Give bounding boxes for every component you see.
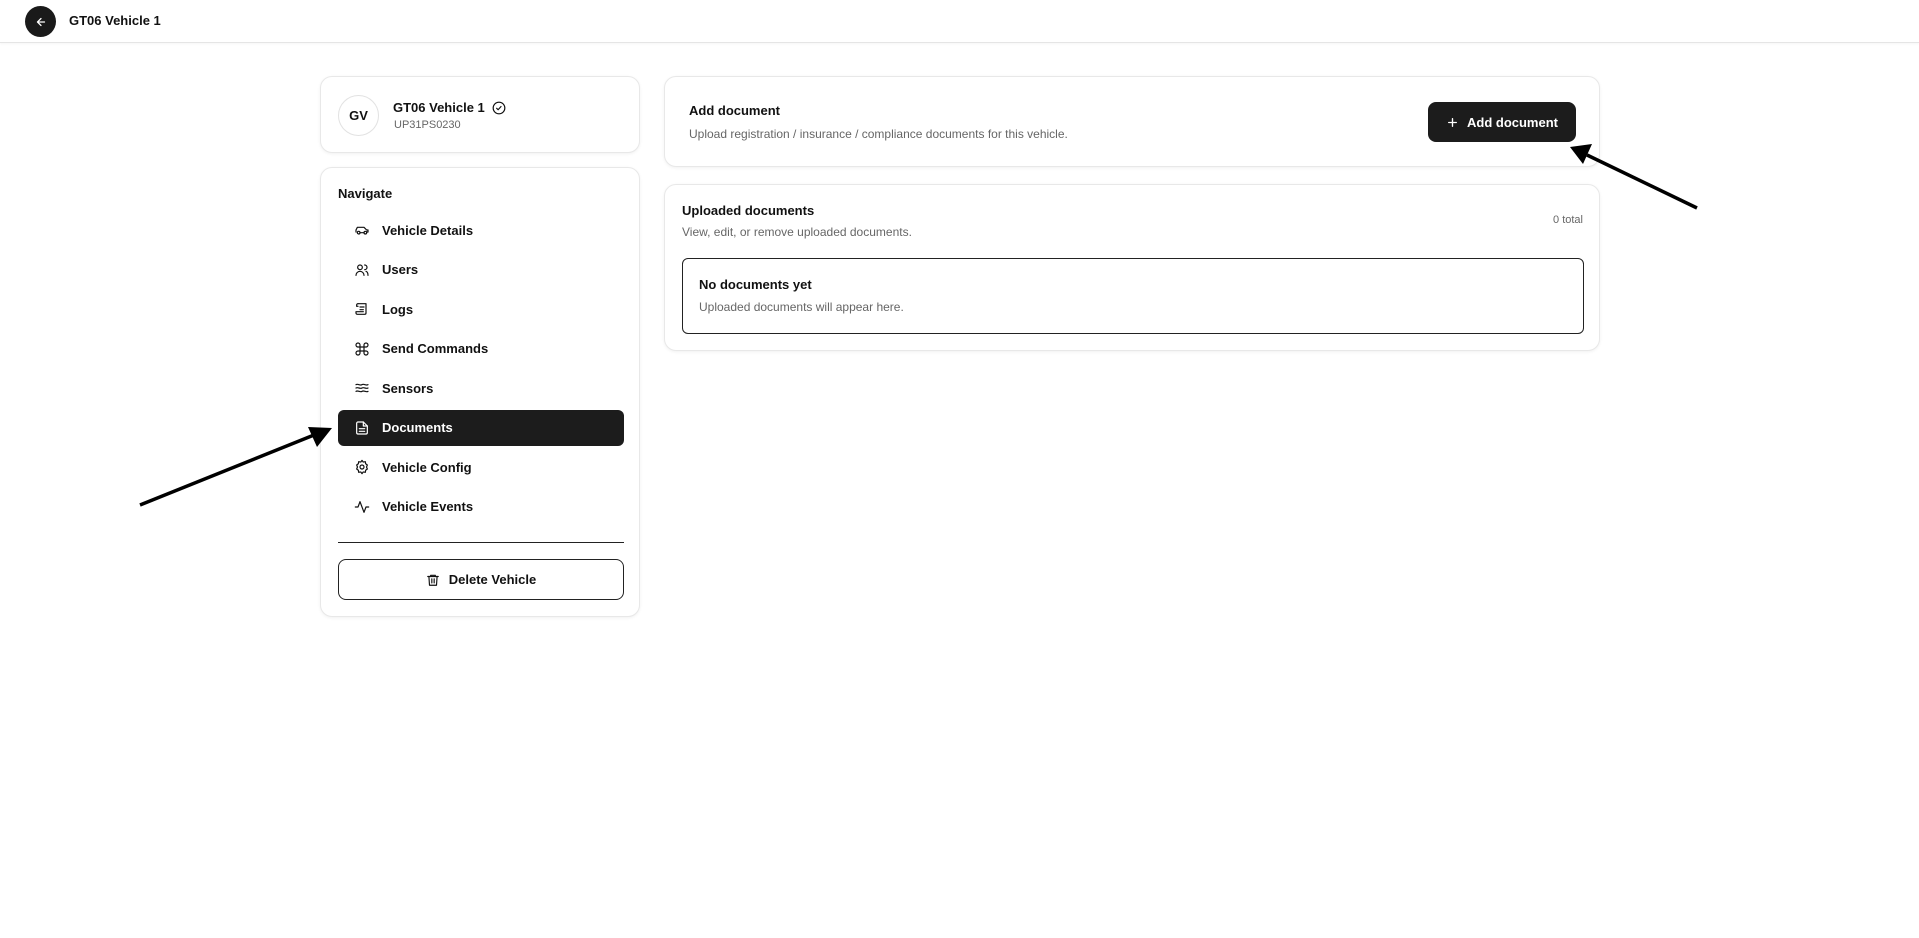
nav-item-vehicle-events[interactable]: Vehicle Events [338,489,624,525]
nav-item-sensors[interactable]: Sensors [338,370,624,406]
plus-icon [1448,117,1457,127]
back-button[interactable] [25,6,56,37]
nav-divider [338,542,624,543]
nav-item-vehicle-details[interactable]: Vehicle Details [338,212,624,248]
nav-item-label: Sensors [382,380,434,396]
document-icon [354,420,370,436]
nav-item-vehicle-config[interactable]: Vehicle Config [338,449,624,485]
car-icon [354,222,370,238]
trash-icon [426,574,439,586]
nav-title: Navigate [338,186,393,201]
delete-vehicle-label: Delete Vehicle [448,572,537,587]
nav-item-label: Vehicle Config [382,459,472,475]
nav-item-logs[interactable]: Logs [338,291,624,327]
uploaded-documents-description: View, edit, or remove uploaded documents… [682,225,912,239]
command-icon [354,341,370,357]
vehicle-plate: UP31PS0230 [394,119,461,131]
empty-state-description: Uploaded documents will appear here. [699,300,904,314]
check-circle-icon [492,101,506,114]
add-document-button-label: Add document [1467,114,1558,130]
nav-item-label: Send Commands [382,341,489,356]
empty-state-title: No documents yet [699,277,812,292]
empty-state: No documents yet Uploaded documents will… [682,258,1584,334]
annotation-arrow-documents [139,427,332,507]
activity-icon [354,499,370,515]
page-title: GT06 Vehicle 1 [69,13,161,28]
vehicle-name: GT06 Vehicle 1 [393,100,485,115]
top-bar: GT06 Vehicle 1 [0,0,1919,43]
nav-item-send-commands[interactable]: Send Commands [338,331,624,367]
uploaded-documents-title: Uploaded documents [682,203,815,218]
arrow-left-icon [36,17,45,26]
nav-item-users[interactable]: Users [338,252,624,288]
navigation-card: Navigate Vehicle Details Users Logs Send… [320,167,640,617]
nav-item-label: Vehicle Details [382,222,474,238]
vehicle-summary-card: GV GT06 Vehicle 1 UP31PS0230 [320,76,640,153]
nav-list: Vehicle Details Users Logs Send Commands… [338,212,624,528]
nav-item-label: Documents [382,420,453,435]
nav-item-label: Logs [382,301,414,317]
vehicle-name-row: GT06 Vehicle 1 [393,100,506,115]
scroll-icon [354,301,370,317]
waves-icon [354,380,370,396]
add-document-title: Add document [689,103,780,118]
add-document-description: Upload registration / insurance / compli… [689,127,1068,141]
documents-count: 0 total [1553,214,1583,226]
add-document-card: Add document Upload registration / insur… [664,76,1600,167]
avatar: GV [338,95,379,136]
delete-vehicle-button[interactable]: Delete Vehicle [338,559,624,600]
nav-item-label: Users [382,262,419,277]
add-document-button[interactable]: Add document [1428,102,1576,142]
uploaded-documents-card: Uploaded documents View, edit, or remove… [664,184,1600,351]
gear-icon [354,459,370,475]
nav-item-documents[interactable]: Documents [338,409,624,446]
users-icon [354,262,370,278]
nav-item-label: Vehicle Events [382,499,474,514]
